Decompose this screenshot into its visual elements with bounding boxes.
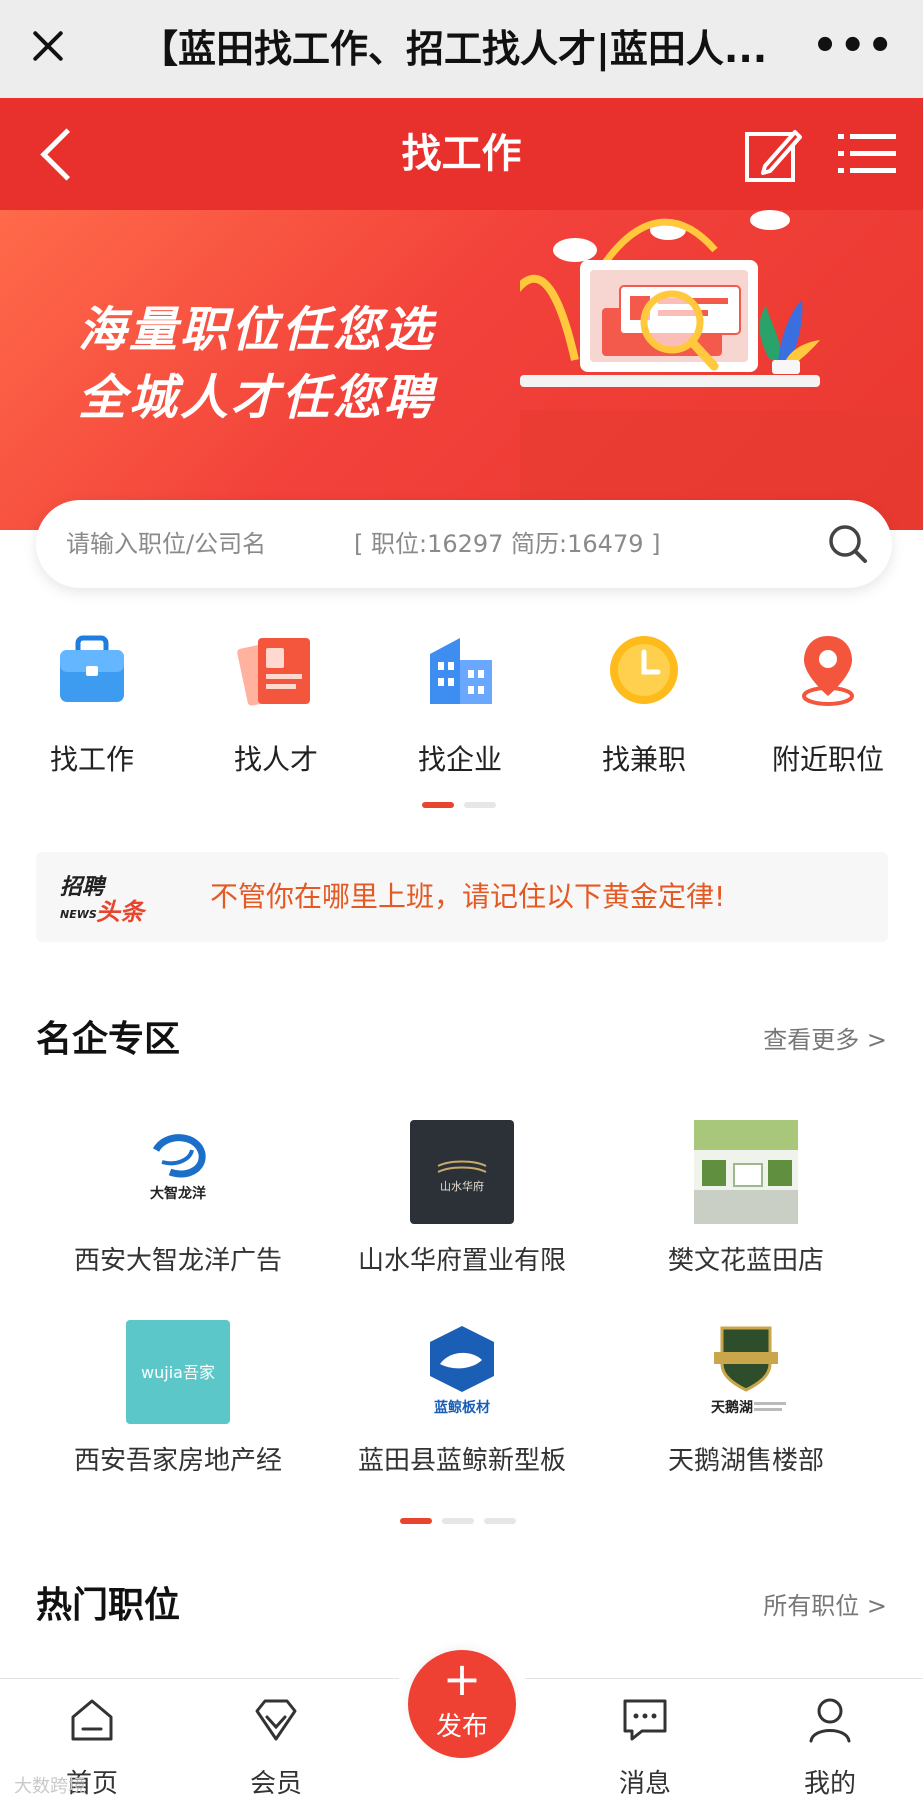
pager-dot — [484, 1518, 516, 1524]
banner-illustration — [520, 210, 920, 530]
nav-label: 找兼职 — [601, 743, 686, 776]
building-icon — [430, 638, 492, 704]
enterprise-pager — [400, 1518, 516, 1524]
pager-dot — [442, 1518, 474, 1524]
nav-label: 找工作 — [49, 743, 134, 776]
briefcase-icon — [60, 635, 124, 702]
enterprise-name: 蓝田县蓝鲸新型板 — [357, 1446, 566, 1476]
headline-logo: 招聘 NEWS 头条 — [60, 875, 147, 924]
resume-icon — [237, 638, 310, 706]
quick-nav: 找工作 找人才 找企业 找兼职 附近职位 — [0, 630, 923, 780]
home-icon — [71, 1699, 113, 1741]
search-icon[interactable] — [824, 520, 872, 568]
search-stats: [ 职位:16297 简历:16479 ] — [354, 530, 661, 558]
location-pin-icon — [802, 636, 854, 706]
enterprise-logo: wujia吾家 — [126, 1320, 230, 1424]
all-jobs-link[interactable]: 所有职位 > — [763, 1586, 887, 1621]
enterprise-card[interactable]: 大智龙洋 西安大智龙洋广告 — [36, 1090, 320, 1290]
tab-label: 消息 — [618, 1769, 671, 1799]
more-options-icon[interactable]: ••• — [812, 26, 895, 66]
app-header: 找工作 — [0, 98, 923, 210]
tab-member[interactable]: 会员 — [206, 1679, 346, 1804]
enterprise-logo-text: 山水华府 — [440, 1179, 484, 1193]
enterprise-card[interactable]: 樊文花蓝田店 — [604, 1090, 888, 1290]
plus-icon: + — [442, 1652, 482, 1706]
recruit-headline[interactable]: 招聘 NEWS 头条 不管你在哪里上班，请记住以下黄金定律! — [36, 852, 888, 942]
wechat-title-bar: 【蓝田找工作、招工找人才|蓝田人... ••• — [0, 0, 923, 98]
edit-icon[interactable] — [743, 126, 803, 186]
enterprise-logo-text: 大智龙洋 — [150, 1185, 206, 1202]
message-icon — [623, 1699, 667, 1741]
tab-messages[interactable]: 消息 — [575, 1679, 715, 1804]
enterprise-logo — [694, 1120, 798, 1224]
user-icon — [809, 1698, 851, 1743]
tab-mine[interactable]: 我的 — [760, 1679, 900, 1804]
enterprise-logo: 大智龙洋 — [126, 1120, 230, 1224]
enterprise-card[interactable]: wujia吾家 西安吾家房地产经 — [36, 1290, 320, 1490]
nav-find-company[interactable]: 找企业 — [368, 630, 552, 778]
nav-label: 找人才 — [233, 743, 318, 776]
headline-logo-top: 招聘 — [60, 875, 107, 900]
publish-button[interactable]: + 发布 — [408, 1650, 516, 1758]
enterprise-logo: 天鹅湖 — [694, 1320, 798, 1424]
headline-logo-news: NEWS — [60, 908, 97, 921]
quick-nav-pager — [422, 802, 496, 808]
nav-find-job[interactable]: 找工作 — [0, 630, 184, 778]
enterprise-card[interactable]: 蓝鲸板材 蓝田县蓝鲸新型板 — [320, 1290, 604, 1490]
enterprise-name: 西安吾家房地产经 — [73, 1446, 282, 1476]
nav-label: 附近职位 — [771, 743, 884, 776]
section-title-hot-jobs: 热门职位 — [36, 1585, 181, 1626]
enterprise-card[interactable]: 山水华府 山水华府置业有限 — [320, 1090, 604, 1290]
section-title-famous: 名企专区 — [36, 1019, 181, 1060]
banner-slogan-line2: 全城人才任您聘 — [78, 370, 436, 426]
clock-icon — [610, 636, 678, 704]
enterprise-logo: 蓝鲸板材 — [410, 1320, 514, 1424]
close-icon[interactable] — [26, 24, 70, 68]
enterprise-logo-text: wujia吾家 — [141, 1363, 215, 1382]
search-bar: [ 职位:16297 简历:16479 ] — [36, 500, 892, 588]
enterprise-name: 天鹅湖售楼部 — [667, 1446, 824, 1476]
enterprise-logo-text: 蓝鲸板材 — [434, 1399, 490, 1416]
pager-dot-active — [400, 1518, 432, 1524]
enterprise-card[interactable]: 天鹅湖 天鹅湖售楼部 — [604, 1290, 888, 1490]
nav-nearby-jobs[interactable]: 附近职位 — [736, 630, 920, 778]
nav-find-talent[interactable]: 找人才 — [184, 630, 368, 778]
publish-label: 发布 — [435, 1712, 488, 1742]
view-more-link[interactable]: 查看更多 > — [763, 1020, 887, 1055]
promo-banner[interactable]: 海量职位任您选 全城人才任您聘 — [0, 210, 923, 530]
headline-text: 不管你在哪里上班，请记住以下黄金定律! — [210, 880, 726, 913]
banner-slogan-line1: 海量职位任您选 — [78, 302, 436, 358]
tab-label: 我的 — [803, 1769, 856, 1799]
nav-find-parttime[interactable]: 找兼职 — [552, 630, 736, 778]
tab-label: 会员 — [249, 1769, 302, 1799]
enterprise-name: 山水华府置业有限 — [357, 1246, 566, 1276]
menu-icon[interactable] — [838, 130, 898, 178]
enterprise-logo-text: 天鹅湖 — [711, 1399, 753, 1416]
enterprise-name: 西安大智龙洋广告 — [73, 1246, 282, 1276]
pager-dot — [464, 802, 496, 808]
nav-label: 找企业 — [417, 743, 502, 776]
enterprise-logo: 山水华府 — [410, 1120, 514, 1224]
page-title: 【蓝田找工作、招工找人才|蓝田人... — [140, 27, 768, 71]
diamond-icon — [255, 1699, 297, 1741]
pager-dot-active — [422, 802, 454, 808]
watermark: 大数跨境 — [14, 1776, 86, 1797]
back-icon[interactable] — [30, 120, 90, 188]
enterprise-name: 樊文花蓝田店 — [667, 1246, 824, 1276]
headline-logo-bottom: 头条 — [96, 898, 147, 924]
